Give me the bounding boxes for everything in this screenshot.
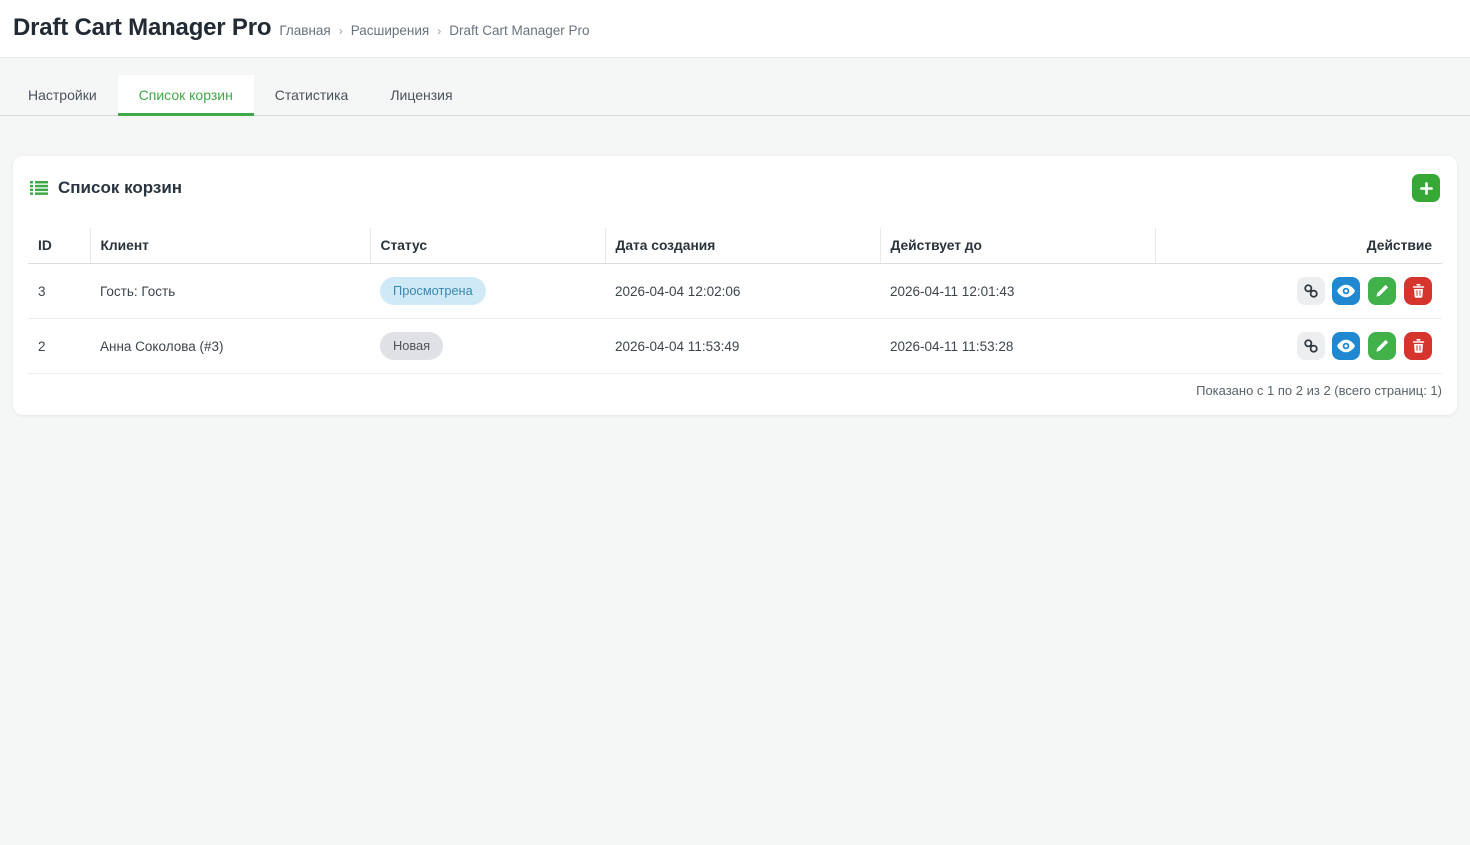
breadcrumb-separator: › bbox=[437, 24, 441, 38]
column-header-id: ID bbox=[28, 228, 90, 264]
cell-created: 2026-04-04 11:53:49 bbox=[605, 319, 880, 374]
link-icon bbox=[1303, 338, 1319, 354]
tab-statistics[interactable]: Статистика bbox=[254, 75, 370, 115]
panel-title: Список корзин bbox=[58, 178, 182, 198]
table-row: 3 Гость: Гость Просмотрена 2026-04-04 12… bbox=[28, 264, 1442, 319]
cell-id: 3 bbox=[28, 264, 90, 319]
column-header-status: Статус bbox=[370, 228, 605, 264]
main-content: Список корзин ID Клиент Статус Дата созд… bbox=[0, 116, 1470, 415]
list-icon bbox=[30, 181, 48, 195]
view-cart-button[interactable] bbox=[1332, 332, 1360, 360]
pencil-icon bbox=[1375, 339, 1389, 353]
trash-icon bbox=[1412, 284, 1425, 298]
table-header-row: ID Клиент Статус Дата создания Действует… bbox=[28, 228, 1442, 264]
column-header-created: Дата создания bbox=[605, 228, 880, 264]
cell-client: Анна Соколова (#3) bbox=[90, 319, 370, 374]
column-header-valid: Действует до bbox=[880, 228, 1155, 264]
status-badge: Просмотрена bbox=[380, 277, 486, 304]
edit-cart-button[interactable] bbox=[1368, 277, 1396, 305]
add-cart-button[interactable] bbox=[1412, 174, 1440, 202]
edit-cart-button[interactable] bbox=[1368, 332, 1396, 360]
column-header-action: Действие bbox=[1155, 228, 1442, 264]
cart-list-panel: Список корзин ID Клиент Статус Дата созд… bbox=[13, 156, 1457, 415]
page-title: Draft Cart Manager Pro bbox=[13, 14, 271, 42]
view-cart-button[interactable] bbox=[1332, 277, 1360, 305]
cell-client: Гость: Гость bbox=[90, 264, 370, 319]
tab-cart-list[interactable]: Список корзин bbox=[118, 75, 254, 115]
column-header-client: Клиент bbox=[90, 228, 370, 264]
tab-bar: Настройки Список корзин Статистика Лицен… bbox=[0, 75, 1470, 116]
table-row: 2 Анна Соколова (#3) Новая 2026-04-04 11… bbox=[28, 319, 1442, 374]
status-badge: Новая bbox=[380, 332, 443, 359]
delete-cart-button[interactable] bbox=[1404, 277, 1432, 305]
plus-icon bbox=[1420, 182, 1433, 195]
pagination-results: Показано с 1 по 2 из 2 (всего страниц: 1… bbox=[28, 374, 1442, 403]
carts-table: ID Клиент Статус Дата создания Действует… bbox=[28, 228, 1442, 374]
tab-settings[interactable]: Настройки bbox=[7, 75, 118, 115]
cell-valid-until: 2026-04-11 12:01:43 bbox=[880, 264, 1155, 319]
link-icon bbox=[1303, 283, 1319, 299]
copy-link-button[interactable] bbox=[1297, 332, 1325, 360]
panel-heading: Список корзин bbox=[28, 156, 1442, 228]
breadcrumb-separator: › bbox=[339, 24, 343, 38]
breadcrumb-extensions-link[interactable]: Расширения bbox=[351, 23, 430, 38]
top-header: Draft Cart Manager Pro Главная › Расшире… bbox=[0, 0, 1470, 58]
breadcrumb-current: Draft Cart Manager Pro bbox=[449, 23, 589, 38]
breadcrumb-home-link[interactable]: Главная bbox=[279, 23, 330, 38]
trash-icon bbox=[1412, 339, 1425, 353]
copy-link-button[interactable] bbox=[1297, 277, 1325, 305]
cell-id: 2 bbox=[28, 319, 90, 374]
delete-cart-button[interactable] bbox=[1404, 332, 1432, 360]
cell-valid-until: 2026-04-11 11:53:28 bbox=[880, 319, 1155, 374]
cell-created: 2026-04-04 12:02:06 bbox=[605, 264, 880, 319]
pencil-icon bbox=[1375, 284, 1389, 298]
breadcrumb: Главная › Расширения › Draft Cart Manage… bbox=[279, 23, 589, 38]
tab-license[interactable]: Лицензия bbox=[369, 75, 473, 115]
eye-icon bbox=[1337, 339, 1355, 353]
eye-icon bbox=[1337, 284, 1355, 298]
